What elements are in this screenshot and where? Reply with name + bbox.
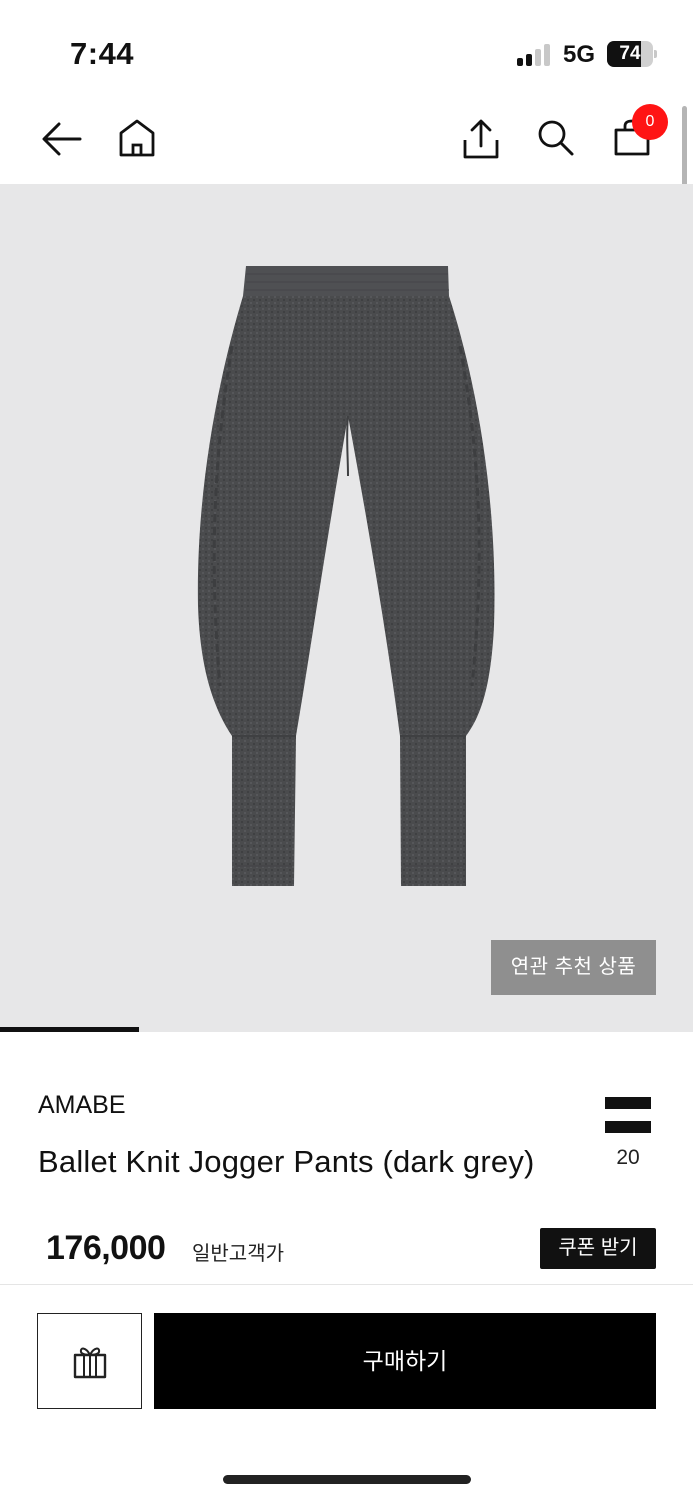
menu-icon[interactable]: [605, 1097, 651, 1133]
cart-count-badge: 0: [632, 104, 668, 140]
battery-level: 74: [619, 43, 641, 64]
home-button[interactable]: [118, 118, 156, 158]
home-indicator[interactable]: [223, 1475, 471, 1484]
get-coupon-button[interactable]: 쿠폰 받기: [540, 1228, 656, 1269]
gift-icon: [73, 1347, 107, 1379]
battery-icon: 74: [607, 41, 657, 67]
product-price: 176,000: [46, 1229, 166, 1267]
gift-button[interactable]: [37, 1313, 142, 1409]
gallery-progress-indicator: [0, 1027, 139, 1032]
menu-count: 20: [616, 1146, 640, 1169]
product-detail-screen: 7:44 5G 74 0 연관 추천 상품 AMABE Ballet Knit …: [0, 0, 693, 1500]
product-image-gallery[interactable]: 연관 추천 상품: [0, 184, 693, 1030]
back-arrow-icon: [42, 122, 82, 156]
home-icon: [119, 119, 155, 157]
cellular-signal-icon: [517, 44, 553, 66]
related-products-button[interactable]: 연관 추천 상품: [491, 940, 656, 995]
top-nav-bar: [0, 100, 693, 184]
share-button[interactable]: [462, 118, 500, 160]
back-button[interactable]: [40, 120, 82, 158]
share-icon: [463, 119, 499, 159]
status-time: 7:44: [70, 36, 135, 71]
product-image: [197, 266, 495, 886]
buy-now-button[interactable]: 구매하기: [154, 1313, 656, 1409]
product-title: Ballet Knit Jogger Pants (dark grey): [38, 1144, 535, 1179]
divider: [0, 1284, 693, 1285]
search-button[interactable]: [537, 119, 575, 157]
brand-name[interactable]: AMABE: [38, 1091, 126, 1120]
status-bar: 7:44 5G 74: [0, 0, 693, 100]
network-type: 5G: [563, 41, 596, 68]
price-label: 일반고객가: [192, 1243, 284, 1265]
search-icon: [538, 120, 574, 156]
